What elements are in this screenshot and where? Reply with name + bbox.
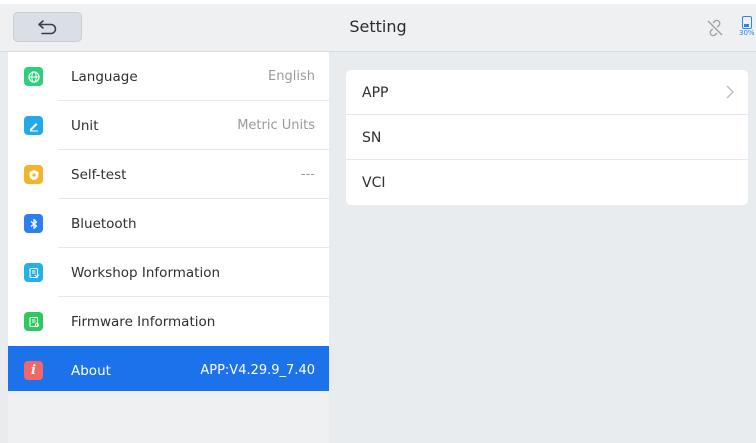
chevron-right-icon xyxy=(726,85,734,99)
sidebar-item-label: Firmware Information xyxy=(71,313,216,330)
info-icon: i xyxy=(24,361,43,380)
top-bar: Setting 30% xyxy=(0,0,756,52)
battery-percent: 30% xyxy=(739,29,755,37)
sidebar-item-language[interactable]: Language English xyxy=(8,52,329,101)
sidebar-item-workshop-information[interactable]: Workshop Information xyxy=(8,248,329,297)
about-card: APP SN VCI xyxy=(346,70,748,205)
sidebar-item-bluetooth[interactable]: Bluetooth xyxy=(8,199,329,248)
battery-icon xyxy=(742,16,752,29)
sidebar-item-firmware-information[interactable]: Firmware Information xyxy=(8,297,329,346)
sidebar-item-label: About xyxy=(71,362,111,379)
sidebar-item-label: Self-test xyxy=(71,166,127,183)
battery-fill xyxy=(744,24,749,27)
pencil-icon xyxy=(24,116,43,135)
sidebar-item-label: Workshop Information xyxy=(71,264,221,281)
battery-indicator: 30% xyxy=(737,16,756,42)
page-title: Setting xyxy=(349,17,407,36)
sidebar-item-unit[interactable]: Unit Metric Units xyxy=(8,101,329,150)
sidebar-item-value: APP:V4.29.9_7.40 xyxy=(200,363,315,378)
sidebar-item-label: Bluetooth xyxy=(71,215,137,232)
detail-row-sn[interactable]: SN xyxy=(346,115,748,160)
detail-row-label: VCI xyxy=(362,174,386,191)
sidebar-item-value: English xyxy=(268,69,315,84)
firmware-doc-icon xyxy=(24,312,43,331)
detail-panel: APP SN VCI xyxy=(329,52,756,443)
detail-row-label: APP xyxy=(362,84,389,101)
sidebar-item-about[interactable]: i About APP:V4.29.9_7.40 xyxy=(8,346,329,395)
detail-row-vci[interactable]: VCI xyxy=(346,160,748,205)
detail-row-label: SN xyxy=(362,129,382,146)
self-test-icon xyxy=(24,165,43,184)
settings-sidebar: Language English Unit Metric Units Self-… xyxy=(8,52,329,443)
sidebar-footer xyxy=(8,391,329,443)
left-gutter xyxy=(0,52,8,443)
sidebar-item-value: Metric Units xyxy=(237,118,315,133)
link-off-icon xyxy=(707,19,723,37)
globe-icon xyxy=(24,67,43,86)
workshop-doc-icon xyxy=(24,263,43,282)
sidebar-item-self-test[interactable]: Self-test --- xyxy=(8,150,329,199)
bluetooth-icon xyxy=(24,214,43,233)
sidebar-item-label: Unit xyxy=(71,117,99,134)
sidebar-item-label: Language xyxy=(71,68,138,85)
sidebar-item-value: --- xyxy=(300,167,315,182)
detail-row-app[interactable]: APP xyxy=(346,70,748,115)
